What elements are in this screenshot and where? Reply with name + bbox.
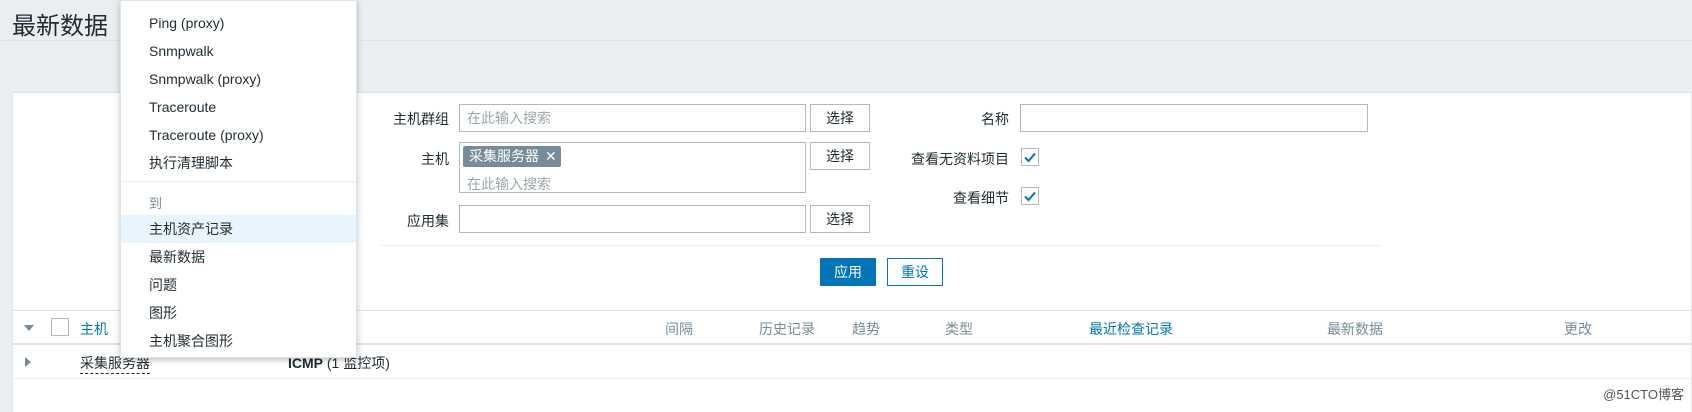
- menu-item-problems[interactable]: 问题: [121, 271, 356, 299]
- watermark: @51CTO博客: [1603, 387, 1684, 402]
- name-label: 名称: [981, 111, 1009, 127]
- column-history: 历史记录: [759, 321, 815, 337]
- show-no-data-label: 查看无资料项目: [911, 151, 1009, 167]
- host-label: 主机: [421, 151, 449, 167]
- host-multiselect[interactable]: 采集服务器 ✕ 在此输入搜索: [459, 142, 806, 193]
- filter-divider: [381, 245, 1381, 246]
- column-last-value: 最新数据: [1327, 321, 1383, 337]
- menu-divider: [121, 181, 356, 182]
- menu-item-screens[interactable]: 主机聚合图形: [121, 327, 356, 355]
- menu-section-goto: 到: [149, 196, 163, 211]
- select-all-checkbox[interactable]: [51, 318, 69, 336]
- application-label: 应用集: [407, 213, 449, 229]
- column-last-check[interactable]: 最近检查记录: [1089, 319, 1173, 339]
- menu-item-latest-data[interactable]: 最新数据: [121, 243, 356, 271]
- column-type: 类型: [945, 321, 973, 337]
- host-select-button[interactable]: 选择: [810, 142, 870, 170]
- column-host[interactable]: 主机: [80, 319, 108, 339]
- collapse-all-icon[interactable]: [24, 325, 34, 331]
- reset-button[interactable]: 重设: [887, 258, 943, 286]
- menu-item-host-inventory[interactable]: 主机资产记录: [121, 215, 356, 243]
- menu-item-snmpwalk-proxy[interactable]: Snmpwalk (proxy): [121, 65, 356, 93]
- host-group-select-button[interactable]: 选择: [810, 104, 870, 132]
- host-group-input[interactable]: [459, 104, 806, 132]
- menu-item-snmpwalk[interactable]: Snmpwalk: [121, 37, 356, 65]
- menu-item-graphs[interactable]: 图形: [121, 299, 356, 327]
- show-details-label: 查看细节: [953, 190, 1009, 206]
- host-context-menu: Ping (proxy) Snmpwalk Snmpwalk (proxy) T…: [120, 0, 357, 358]
- page-title: 最新数据: [12, 13, 108, 40]
- menu-item-cleanup-script[interactable]: 执行清理脚本: [121, 149, 356, 177]
- show-no-data-checkbox[interactable]: [1021, 148, 1039, 166]
- remove-chip-icon[interactable]: ✕: [545, 146, 557, 167]
- name-input[interactable]: [1020, 104, 1368, 132]
- application-select-button[interactable]: 选择: [810, 205, 870, 233]
- checkmark-icon: [1024, 152, 1036, 163]
- column-change: 更改: [1564, 321, 1592, 337]
- column-trends: 趋势: [852, 321, 880, 337]
- checkmark-icon: [1024, 191, 1036, 202]
- host-chip: 采集服务器 ✕: [463, 146, 561, 167]
- apply-button[interactable]: 应用: [820, 258, 876, 286]
- menu-item-traceroute[interactable]: Traceroute: [121, 93, 356, 121]
- column-interval: 间隔: [665, 321, 693, 337]
- host-search-placeholder: 在此输入搜索: [467, 176, 551, 192]
- menu-item-traceroute-proxy[interactable]: Traceroute (proxy): [121, 121, 356, 149]
- application-input[interactable]: [459, 205, 806, 233]
- host-group-label: 主机群组: [393, 111, 449, 127]
- menu-item-ping-proxy[interactable]: Ping (proxy): [121, 9, 356, 37]
- show-details-checkbox[interactable]: [1021, 187, 1039, 205]
- host-chip-label: 采集服务器: [469, 148, 539, 164]
- expand-row-icon[interactable]: [25, 357, 31, 367]
